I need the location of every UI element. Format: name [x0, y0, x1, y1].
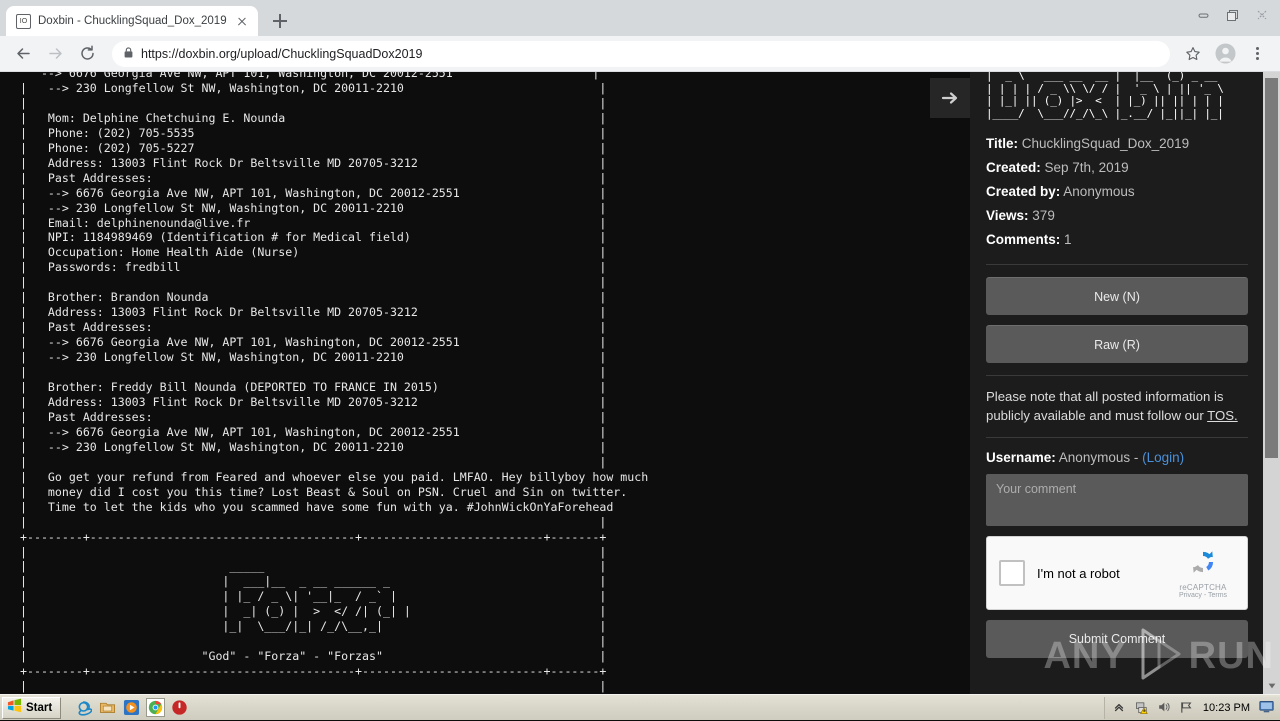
meta-row-comments: Comments: 1	[986, 228, 1248, 252]
system-tray: 10:23 PM	[1104, 697, 1280, 719]
start-label: Start	[26, 702, 52, 714]
submit-comment-button[interactable]: Submit Comment	[986, 620, 1248, 658]
kebab-menu-icon[interactable]	[1242, 39, 1272, 69]
paste-dump-text: --> 6676 Georgia Ave NW, APT 101, Washin…	[20, 72, 648, 694]
recaptcha-checkbox-icon[interactable]	[999, 560, 1025, 586]
new-paste-button[interactable]: New (N)	[986, 277, 1248, 315]
windows-taskbar: Start	[0, 694, 1280, 720]
url-text: https://doxbin.org/upload/ChucklingSquad…	[141, 47, 422, 61]
tray-clock[interactable]: 10:23 PM	[1203, 702, 1250, 714]
meta-row-created-by: Created by: Anonymous	[986, 180, 1248, 204]
scrollbar-down-arrow-icon[interactable]	[1263, 677, 1280, 694]
recaptcha-branding: reCAPTCHA Privacy - Terms	[1171, 548, 1235, 599]
page-scrollbar[interactable]	[1263, 72, 1280, 694]
recaptcha-widget[interactable]: I'm not a robot reCAPTCHA Privacy - Term…	[986, 536, 1248, 610]
record-app-icon[interactable]	[171, 699, 188, 716]
paste-content-column: --> 6676 Georgia Ave NW, APT 101, Washin…	[0, 72, 970, 694]
chrome-icon[interactable]	[147, 699, 164, 716]
login-link[interactable]: (Login)	[1142, 450, 1184, 465]
page-viewport: --> 6676 Georgia Ave NW, APT 101, Washin…	[0, 72, 1280, 694]
divider	[986, 264, 1248, 265]
recaptcha-logo-icon	[1189, 548, 1217, 581]
username-value: Anonymous	[1059, 450, 1130, 465]
paste-sidebar: ____ __ _ | _ \ ___ __ __ | |__ (_) _ __…	[970, 72, 1264, 694]
meta-label-views: Views:	[986, 208, 1029, 223]
new-tab-button[interactable]	[266, 7, 294, 35]
comment-input[interactable]	[986, 474, 1248, 526]
username-label: Username:	[986, 450, 1056, 465]
file-explorer-icon[interactable]	[99, 699, 116, 716]
windows-flag-icon	[7, 698, 22, 718]
meta-label-created: Created:	[986, 160, 1041, 175]
meta-row-views: Views: 379	[986, 204, 1248, 228]
start-button[interactable]: Start	[2, 697, 61, 719]
window-close-button[interactable]	[1247, 2, 1276, 28]
tos-notice-text: Please note that all posted information …	[986, 389, 1224, 423]
username-line: Username: Anonymous - (Login)	[986, 450, 1248, 465]
meta-label-comments: Comments:	[986, 232, 1060, 247]
tab-close-icon[interactable]	[234, 13, 250, 29]
meta-label-title: Title:	[986, 136, 1018, 151]
scrollbar-thumb[interactable]	[1265, 78, 1278, 458]
meta-value-created-by: Anonymous	[1063, 184, 1134, 199]
window-controls	[1189, 2, 1276, 28]
divider	[986, 375, 1248, 376]
raw-paste-button[interactable]: Raw (R)	[986, 325, 1248, 363]
doxbin-favicon-icon: IO	[16, 14, 31, 29]
paste-metadata: Title: ChucklingSquad_Dox_2019 Created: …	[986, 132, 1248, 252]
username-separator: -	[1134, 450, 1139, 465]
security-flag-icon[interactable]	[1179, 700, 1194, 715]
back-arrow-icon[interactable]	[8, 39, 38, 69]
doxbin-logo-ascii: ____ __ _ | _ \ ___ __ __ | |__ (_) _ __…	[986, 72, 1248, 120]
internet-explorer-icon[interactable]	[75, 699, 92, 716]
tray-expand-icon[interactable]	[1113, 700, 1128, 715]
tab-title: Doxbin - ChucklingSquad_Dox_2019	[38, 15, 227, 27]
minimize-button[interactable]	[1189, 2, 1218, 28]
tos-link[interactable]: TOS.	[1207, 408, 1238, 423]
recaptcha-brand-name: reCAPTCHA	[1179, 583, 1226, 592]
quick-launch-bar	[75, 699, 188, 716]
browser-toolbar: https://doxbin.org/upload/ChucklingSquad…	[0, 36, 1280, 72]
recaptcha-legal-text: Privacy - Terms	[1179, 592, 1227, 599]
profile-avatar-icon[interactable]	[1210, 39, 1240, 69]
meta-value-created: Sep 7th, 2019	[1045, 160, 1129, 175]
meta-row-created: Created: Sep 7th, 2019	[986, 156, 1248, 180]
tos-notice: Please note that all posted information …	[986, 388, 1248, 425]
restore-button[interactable]	[1218, 2, 1247, 28]
star-icon[interactable]	[1178, 39, 1208, 69]
meta-row-title: Title: ChucklingSquad_Dox_2019	[986, 132, 1248, 156]
meta-value-views: 379	[1032, 208, 1055, 223]
tab-strip: IO Doxbin - ChucklingSquad_Dox_2019	[0, 0, 1280, 36]
display-icon[interactable]	[1259, 700, 1274, 715]
toolbar-right-actions	[1178, 39, 1272, 69]
volume-icon[interactable]	[1157, 700, 1172, 715]
meta-value-comments: 1	[1064, 232, 1072, 247]
lock-icon	[124, 45, 133, 63]
media-player-icon[interactable]	[123, 699, 140, 716]
meta-value-title: ChucklingSquad_Dox_2019	[1022, 136, 1189, 151]
network-warning-icon[interactable]	[1135, 700, 1150, 715]
reload-icon[interactable]	[72, 39, 102, 69]
browser-window: IO Doxbin - ChucklingSquad_Dox_2019	[0, 0, 1280, 694]
divider	[986, 437, 1248, 438]
arrow-right-icon[interactable]	[930, 78, 970, 118]
forward-arrow-icon[interactable]	[40, 39, 70, 69]
browser-tab[interactable]: IO Doxbin - ChucklingSquad_Dox_2019	[6, 6, 258, 36]
recaptcha-label: I'm not a robot	[1037, 566, 1171, 581]
meta-label-created-by: Created by:	[986, 184, 1060, 199]
address-bar[interactable]: https://doxbin.org/upload/ChucklingSquad…	[112, 41, 1170, 67]
